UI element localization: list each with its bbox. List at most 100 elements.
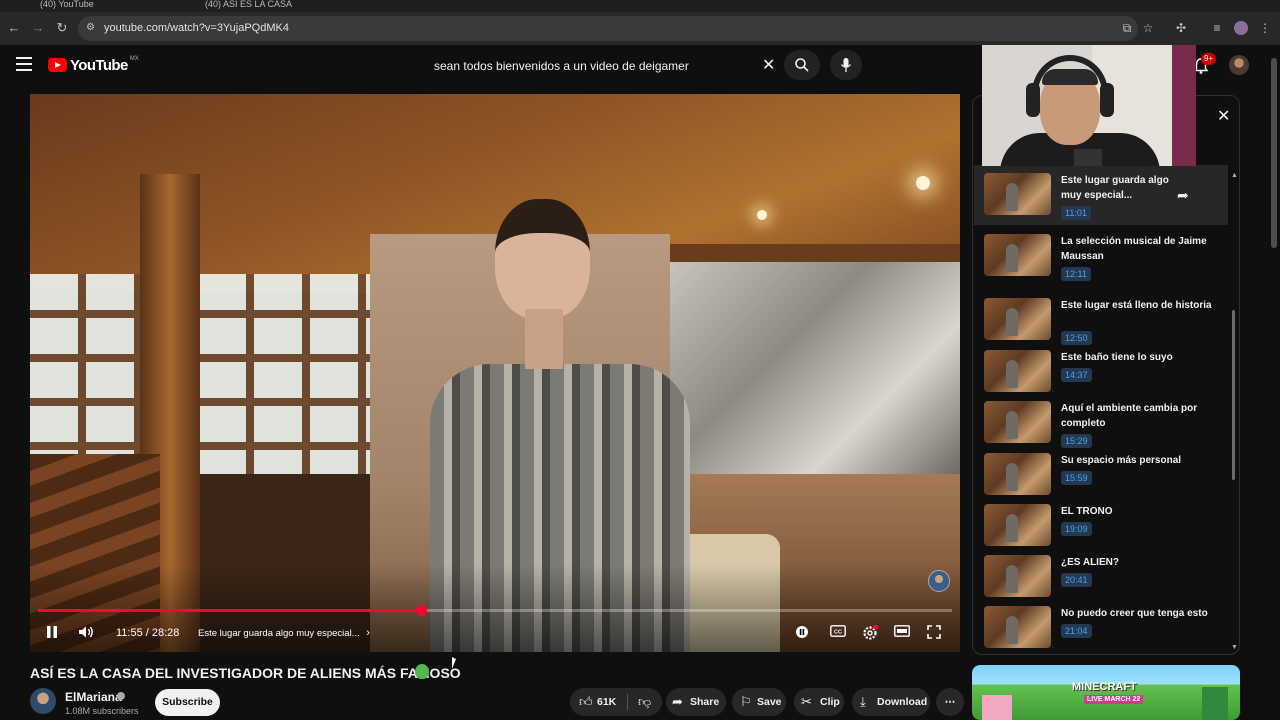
chapter-thumbnail[interactable] [984,504,1051,546]
chapter-thumbnail[interactable] [984,453,1051,495]
chapter-item[interactable]: Este lugar está lleno de historia 12:50 [974,290,1228,345]
youtube-logo[interactable]: YouTube MX [48,56,139,74]
chapter-thumbnail[interactable] [984,555,1051,597]
clip-button[interactable]: ✂ Clip [794,688,844,716]
url-text[interactable]: youtube.com/watch?v=3YujaPQdMK4 [104,22,289,34]
chapter-timestamp[interactable]: 21:04 [1061,624,1092,638]
chapter-title[interactable]: Este lugar guarda algo muy especial... [1061,173,1173,203]
settings-gear-icon[interactable] [862,625,878,641]
browser-tab-active[interactable]: (40) ASÍ ES LA CASA [205,0,325,12]
pause-icon[interactable] [44,625,60,641]
reload-icon[interactable]: ↻ [54,20,70,36]
chapter-item[interactable]: ¿ES ALIEN? 20:41 [974,547,1228,598]
ceiling-light [916,176,930,190]
share-chapter-icon[interactable]: ➦ [1177,187,1189,204]
profile-avatar[interactable] [1234,21,1248,35]
chapter-timestamp[interactable]: 20:41 [1061,573,1092,587]
download-button[interactable]: ⤓ Download [852,688,930,716]
hamburger-menu-icon[interactable] [16,57,32,71]
forward-icon[interactable]: → [30,20,46,36]
dislike-button[interactable]: 👎︎ [628,688,662,716]
chapter-title[interactable]: ¿ES ALIEN? [1061,555,1226,570]
chapter-title[interactable]: Este lugar está lleno de historia [1061,298,1226,313]
ad-pig-graphic [982,695,1012,720]
chapter-thumbnail[interactable] [984,350,1051,392]
channel-name[interactable]: ElMariana [65,690,122,704]
webcam-headphone-right [1100,83,1114,117]
video-title: ASÍ ES LA CASA DEL INVESTIGADOR DE ALIEN… [30,665,461,681]
ad-badge: LIVE MARCH 22 [1084,695,1144,704]
bookmark-star-icon[interactable]: ☆ [1141,21,1155,35]
install-app-icon[interactable]: ⧉ [1120,21,1134,35]
address-bar[interactable]: ⚙ youtube.com/watch?v=3YujaPQdMK4 [78,16,1138,41]
search-query[interactable]: sean todos bienvenidos a un video de dei… [434,59,689,73]
browser-tab[interactable]: (40) YouTube [40,0,150,12]
time-display: 11:55 / 28:28 [116,627,180,639]
subscribe-button[interactable]: Subscribe [155,689,220,716]
theater-mode-icon[interactable] [894,625,910,641]
scroll-up-arrow-icon[interactable]: ▲ [1231,172,1238,179]
volume-icon[interactable] [78,625,94,641]
chapter-item[interactable]: Su espacio más personal 15:59 [974,445,1228,496]
chapter-item[interactable]: Aquí el ambiente cambia por completo 15:2… [974,393,1228,448]
chapter-timestamp[interactable]: 14:37 [1061,368,1092,382]
chapter-title[interactable]: No puedo creer que tenga esto [1061,606,1226,621]
channel-watermark-avatar[interactable] [928,570,950,592]
chapter-thumbnail[interactable] [984,298,1051,340]
search-input[interactable]: sean todos bienvenidos a un video de dei… [424,51,784,79]
ad-badge-text: LIVE [1087,696,1103,703]
chapter-item[interactable]: Este lugar guarda algo muy especial... 11… [974,165,1228,225]
chapter-timestamp[interactable]: 12:11 [1061,267,1091,281]
chapter-timestamp[interactable]: 19:09 [1061,522,1092,536]
chapter-timestamp[interactable]: 11:01 [1061,206,1091,220]
video-player[interactable]: 11:55 / 28:28 Este lugar guarda algo muy… [30,94,960,652]
chapter-title[interactable]: Aquí el ambiente cambia por completo [1061,401,1226,431]
scroll-down-arrow-icon[interactable]: ▼ [1231,644,1238,651]
chrome-menu-icon[interactable]: ⋮ [1258,21,1272,35]
verified-badge-icon [117,692,125,700]
media-control-icon[interactable]: ≡ [1210,21,1224,35]
minecraft-live-ad[interactable]: MINECRAFT LIVE MARCH 22 [972,665,1240,720]
fullscreen-icon[interactable] [926,625,942,641]
back-icon[interactable]: ← [6,20,22,36]
like-count: 61K [597,696,617,708]
chapter-title[interactable]: Este baño tiene lo suyo [1061,350,1226,365]
chapter-item[interactable]: EL TRONO 19:09 [974,496,1228,547]
site-info-icon[interactable]: ⚙ [86,22,95,33]
search-button[interactable] [784,50,820,80]
bookmark-icon: ⚐ [740,694,752,709]
chapter-item[interactable]: Este baño tiene lo suyo 14:37 [974,342,1228,393]
chapter-thumbnail[interactable] [984,234,1051,276]
like-button[interactable]: 👍︎ 61K [570,688,626,716]
chapter-thumbnail[interactable] [984,401,1051,443]
chapter-thumbnail[interactable] [984,173,1051,215]
progress-bar[interactable] [38,605,952,616]
voice-search-button[interactable] [830,50,862,80]
chapter-thumbnail[interactable] [984,606,1051,648]
notification-count-badge: 9+ [1201,53,1217,65]
save-label: Save [757,696,782,708]
autoplay-toggle-icon[interactable] [794,625,810,641]
clear-search-icon[interactable]: ✕ [762,55,775,75]
chapter-timestamp[interactable]: 15:59 [1061,471,1092,485]
more-actions-button[interactable]: ⋯ [936,688,964,716]
subscriber-count: 1.08M subscribers [65,706,139,716]
close-icon[interactable]: ✕ [1217,106,1230,126]
account-avatar[interactable] [1229,55,1249,75]
chapter-item[interactable]: La selección musical de Jaime Maussan 12:… [974,226,1228,281]
chapters-scrollbar[interactable] [1232,310,1235,480]
chapter-item[interactable]: No puedo creer que tenga esto 21:04 [974,598,1228,649]
share-button[interactable]: ➦ Share [666,688,726,716]
channel-avatar[interactable] [30,688,56,714]
chapter-title[interactable]: EL TRONO [1061,504,1226,519]
current-chapter-button[interactable]: Este lugar guarda algo muy especial... › [198,622,370,644]
extensions-icon[interactable]: ✣ [1174,21,1188,35]
more-dots-icon: ⋯ [944,696,956,708]
save-button[interactable]: ⚐ Save [732,688,786,716]
chapter-title[interactable]: La selección musical de Jaime Maussan [1061,234,1226,264]
captions-icon[interactable]: CC [830,625,846,641]
chapter-title[interactable]: Su espacio más personal [1061,453,1226,468]
ad-date: MARCH 22 [1104,696,1141,703]
progress-scrubber[interactable] [415,605,427,616]
page-scrollbar[interactable] [1271,58,1277,248]
